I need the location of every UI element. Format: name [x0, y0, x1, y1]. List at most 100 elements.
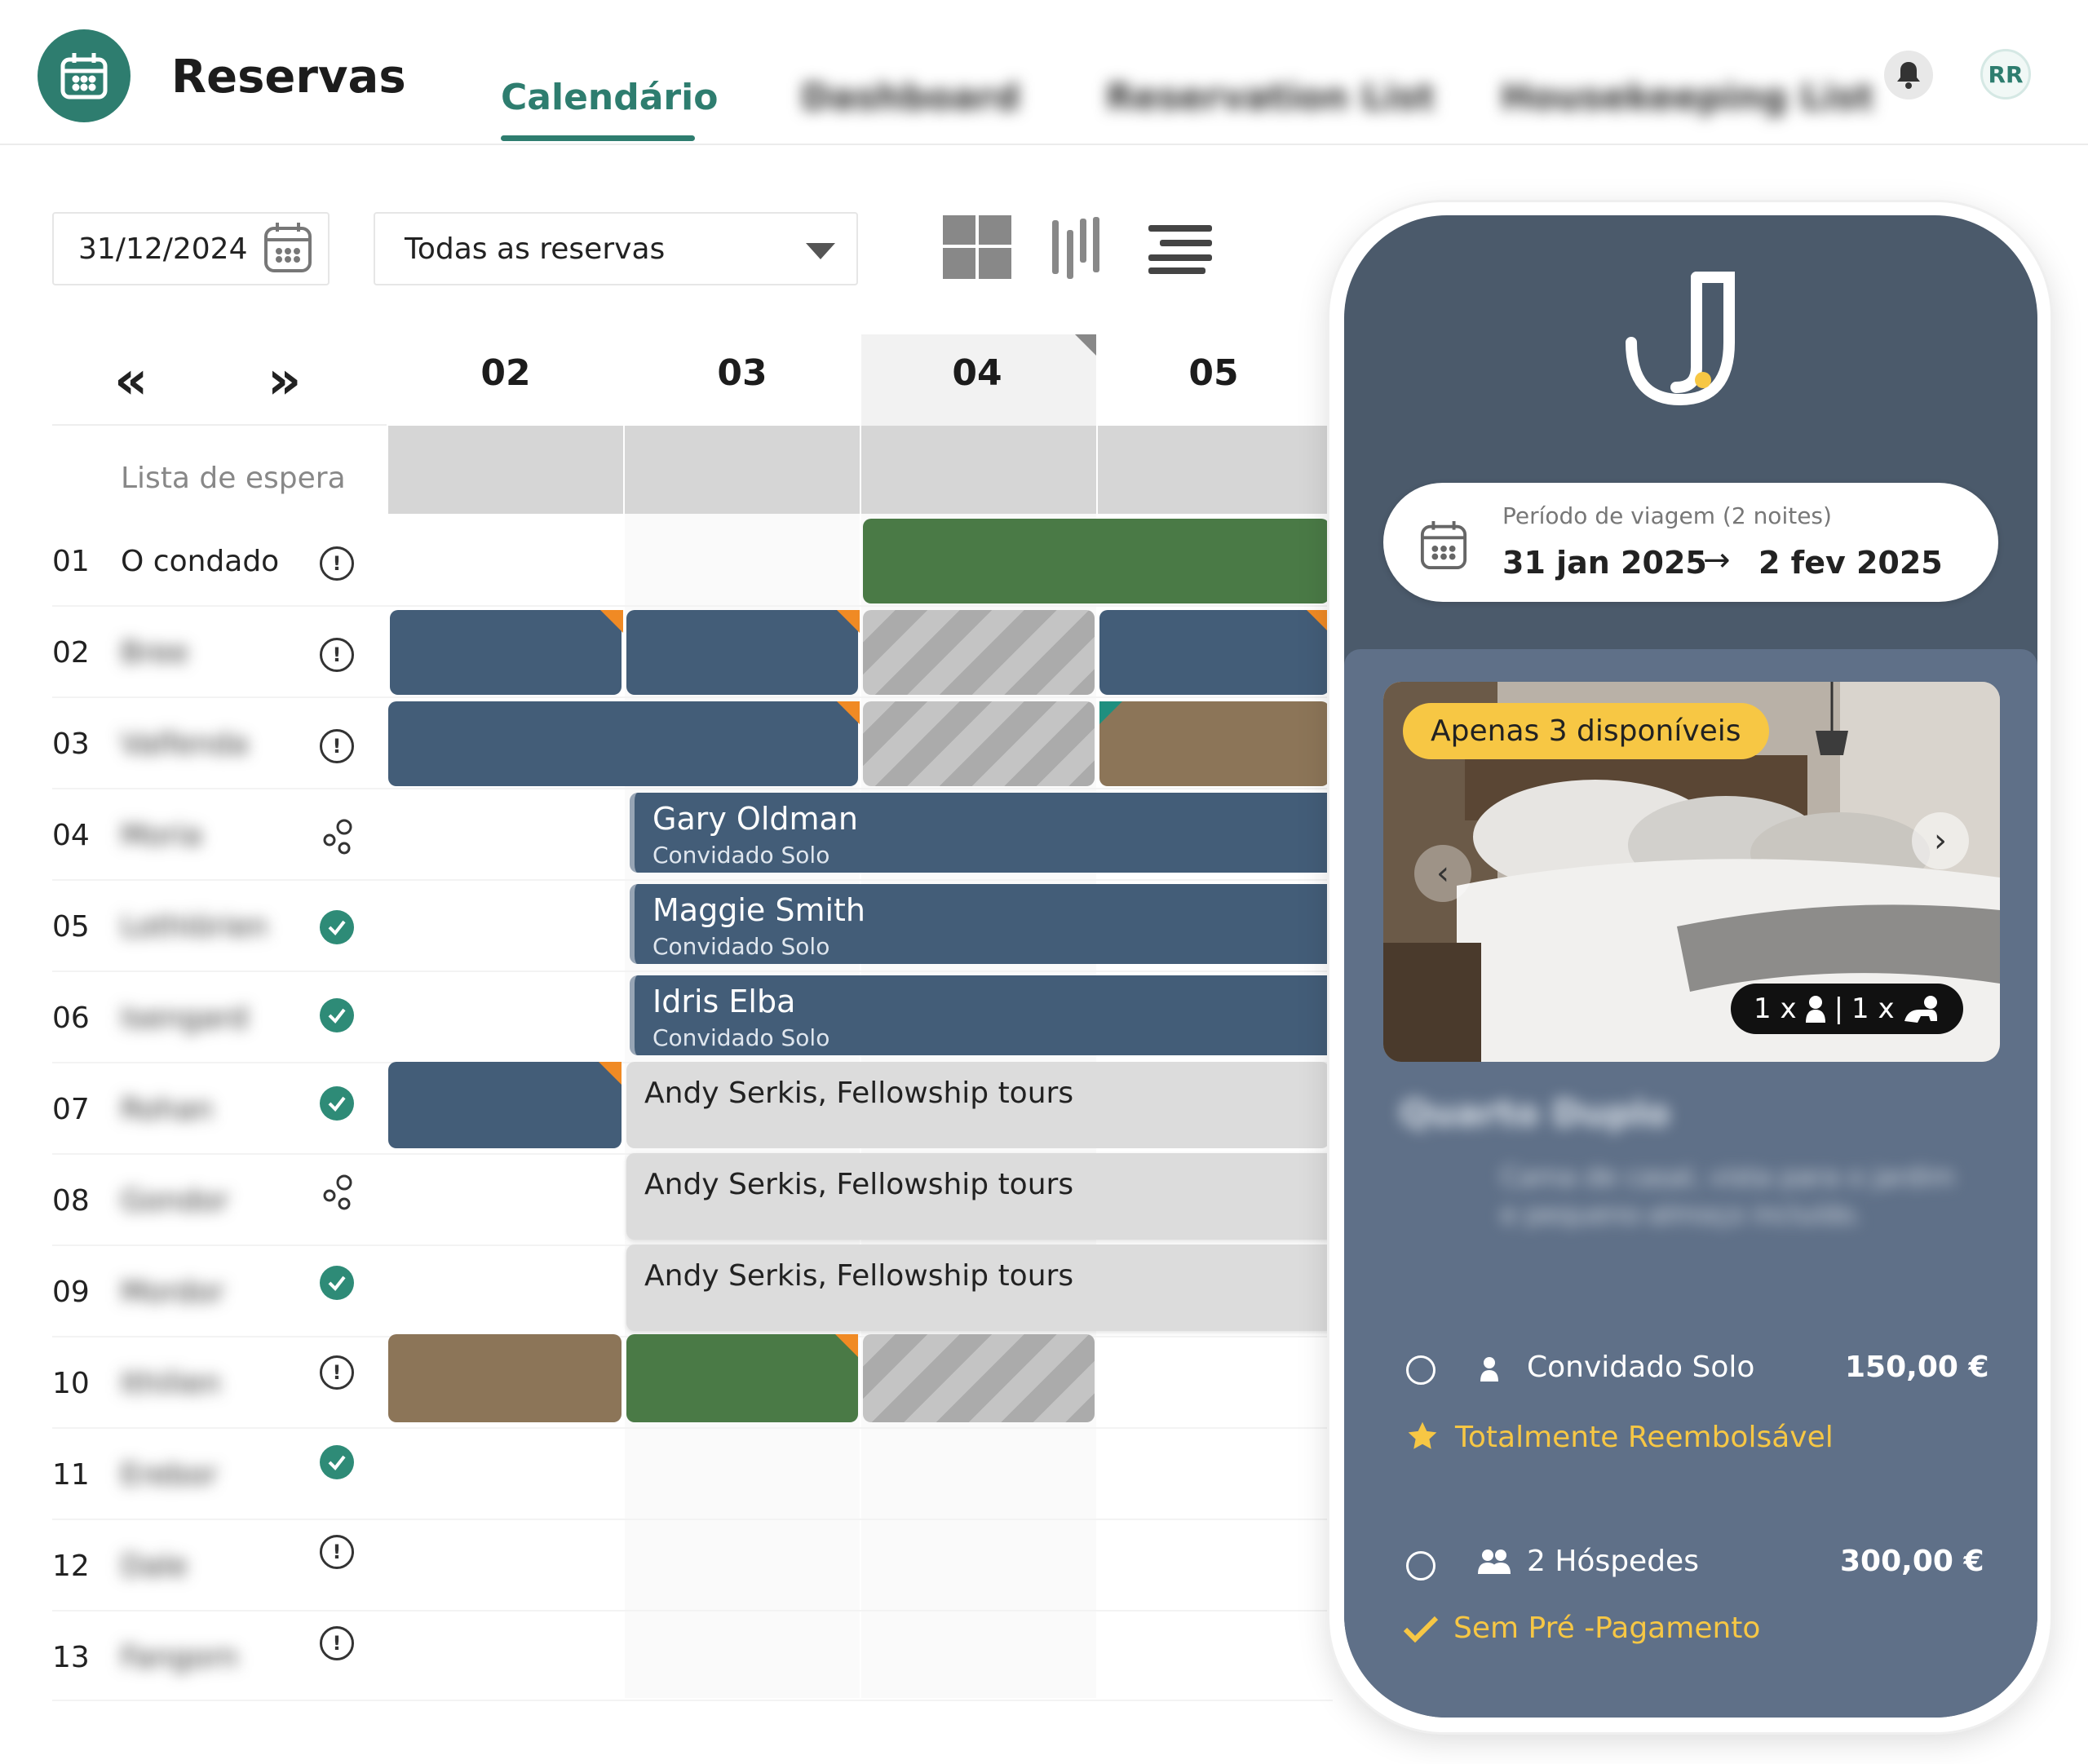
- room-number: 07: [52, 1093, 90, 1126]
- person-icon: [1805, 996, 1825, 1023]
- reservation-block[interactable]: [1099, 701, 1329, 786]
- warning-icon[interactable]: !: [320, 1626, 354, 1660]
- reservation-block[interactable]: [1099, 610, 1329, 695]
- room-name[interactable]: Erebor: [121, 1458, 218, 1492]
- warning-icon[interactable]: !: [320, 638, 354, 672]
- group-icon[interactable]: [321, 819, 354, 858]
- waitlist-cell[interactable]: [388, 426, 623, 514]
- warning-icon[interactable]: !: [320, 729, 354, 763]
- room-name[interactable]: Moria: [121, 819, 202, 852]
- reservation-block[interactable]: [863, 519, 1329, 603]
- tab-reservation-list[interactable]: Reservation List: [1106, 77, 1435, 118]
- columns-view-icon[interactable]: [1051, 215, 1101, 284]
- reservation-block[interactable]: Gary Oldman Convidado Solo: [630, 793, 1339, 873]
- date-value: 31/12/2024: [78, 232, 248, 266]
- room-name[interactable]: Lothlórien: [121, 910, 268, 944]
- grid-view-icon[interactable]: [943, 215, 1013, 284]
- row-divider: [52, 605, 1333, 607]
- tab-calendario[interactable]: Calendário: [501, 77, 718, 118]
- chevron-down-icon: [806, 243, 835, 259]
- check-icon: [1403, 1615, 1439, 1647]
- room-name[interactable]: Rohan: [121, 1093, 213, 1126]
- day-header-today: 04: [952, 352, 1002, 394]
- row-divider: [52, 1427, 1333, 1429]
- child-icon: [1904, 996, 1937, 1023]
- occupancy-separator: |: [1834, 993, 1844, 1025]
- check-circle-icon[interactable]: [320, 910, 354, 944]
- reservation-block[interactable]: [390, 610, 622, 695]
- calendar-icon[interactable]: [263, 220, 313, 277]
- room-name[interactable]: Dale: [121, 1550, 188, 1583]
- room-name[interactable]: Gondor: [121, 1184, 228, 1218]
- waitlist-cell[interactable]: [1098, 426, 1333, 514]
- reservation-filter-select[interactable]: Todas as reservas: [374, 212, 858, 285]
- person-icon: [1478, 1355, 1501, 1386]
- calendar-icon: [1419, 519, 1468, 574]
- room-number: 01: [52, 545, 90, 578]
- reservation-block[interactable]: Idris Elba Convidado Solo: [630, 975, 1339, 1055]
- group-name: Andy Serkis, Fellowship tours: [644, 1168, 1074, 1201]
- day-header: 03: [717, 352, 768, 394]
- prev-week-button[interactable]: «: [114, 351, 148, 411]
- warning-icon[interactable]: !: [320, 1535, 354, 1569]
- blocked-block[interactable]: [863, 701, 1095, 786]
- room-name[interactable]: Fangorn: [121, 1641, 238, 1674]
- next-week-button[interactable]: »: [268, 351, 301, 411]
- check-circle-icon[interactable]: [320, 1086, 354, 1121]
- guest-name: Maggie Smith: [652, 892, 866, 928]
- arrow-right-icon: →: [1703, 542, 1731, 579]
- people-icon: [1478, 1548, 1511, 1579]
- warning-icon[interactable]: !: [320, 546, 354, 581]
- child-count: 1 x: [1851, 993, 1895, 1025]
- waitlist-cell[interactable]: [861, 426, 1096, 514]
- blocked-block[interactable]: [863, 1334, 1095, 1422]
- tab-dashboard[interactable]: Dashboard: [801, 77, 1020, 118]
- group-reservation-block[interactable]: Andy Serkis, Fellowship tours: [626, 1062, 1329, 1148]
- room-number: 02: [52, 636, 90, 670]
- check-circle-icon[interactable]: [320, 1266, 354, 1300]
- group-name: Andy Serkis, Fellowship tours: [644, 1077, 1074, 1110]
- list-view-icon[interactable]: [1148, 223, 1214, 277]
- travel-period-picker[interactable]: [1383, 483, 1998, 602]
- room-number: 10: [52, 1367, 90, 1400]
- room-name[interactable]: Bree: [121, 636, 188, 670]
- room-name[interactable]: Isengard: [121, 1001, 248, 1035]
- avatar[interactable]: RR: [1980, 49, 2031, 99]
- app-logo-calendar-icon: [38, 29, 130, 122]
- room-number: 12: [52, 1550, 90, 1583]
- reservation-block[interactable]: [388, 1334, 622, 1422]
- room-number: 13: [52, 1641, 90, 1674]
- tab-housekeeping-list[interactable]: Housekeeping List: [1501, 77, 1873, 118]
- warning-icon[interactable]: !: [320, 1355, 354, 1390]
- room-name[interactable]: Ithilien: [121, 1367, 221, 1400]
- reservation-block[interactable]: [388, 1062, 622, 1148]
- row-divider: [52, 1519, 1333, 1520]
- guest-type: Convidado Solo: [652, 1024, 830, 1051]
- check-in-date: 31 jan 2025: [1502, 545, 1707, 581]
- brand-logo-icon: [1623, 269, 1745, 427]
- room-number: 04: [52, 819, 90, 852]
- bell-icon[interactable]: [1884, 51, 1933, 99]
- guest-name: Gary Oldman: [652, 801, 858, 837]
- room-name[interactable]: Valfenda: [121, 727, 248, 761]
- photo-next-icon[interactable]: ›: [1912, 812, 1969, 869]
- photo-prev-icon[interactable]: ‹: [1414, 845, 1471, 902]
- blocked-block[interactable]: [863, 610, 1095, 695]
- row-divider: [52, 1700, 1333, 1701]
- row-divider: [52, 1610, 1333, 1611]
- group-icon[interactable]: [321, 1174, 354, 1214]
- rate-radio[interactable]: [1406, 1355, 1436, 1385]
- room-name[interactable]: O condado: [121, 545, 279, 578]
- rate-label: 2 Hóspedes: [1527, 1545, 1699, 1578]
- room-name[interactable]: Mordor: [121, 1275, 224, 1309]
- reservation-block[interactable]: [388, 701, 858, 786]
- check-circle-icon[interactable]: [320, 1445, 354, 1479]
- reservation-block[interactable]: Maggie Smith Convidado Solo: [630, 884, 1339, 964]
- reservation-block[interactable]: [626, 1334, 858, 1422]
- flag-marker: [835, 1334, 858, 1357]
- reservation-block[interactable]: [626, 610, 858, 695]
- waitlist-cell[interactable]: [625, 426, 860, 514]
- check-circle-icon[interactable]: [320, 998, 354, 1032]
- active-tab-indicator: [501, 135, 695, 141]
- rate-radio[interactable]: [1406, 1551, 1436, 1581]
